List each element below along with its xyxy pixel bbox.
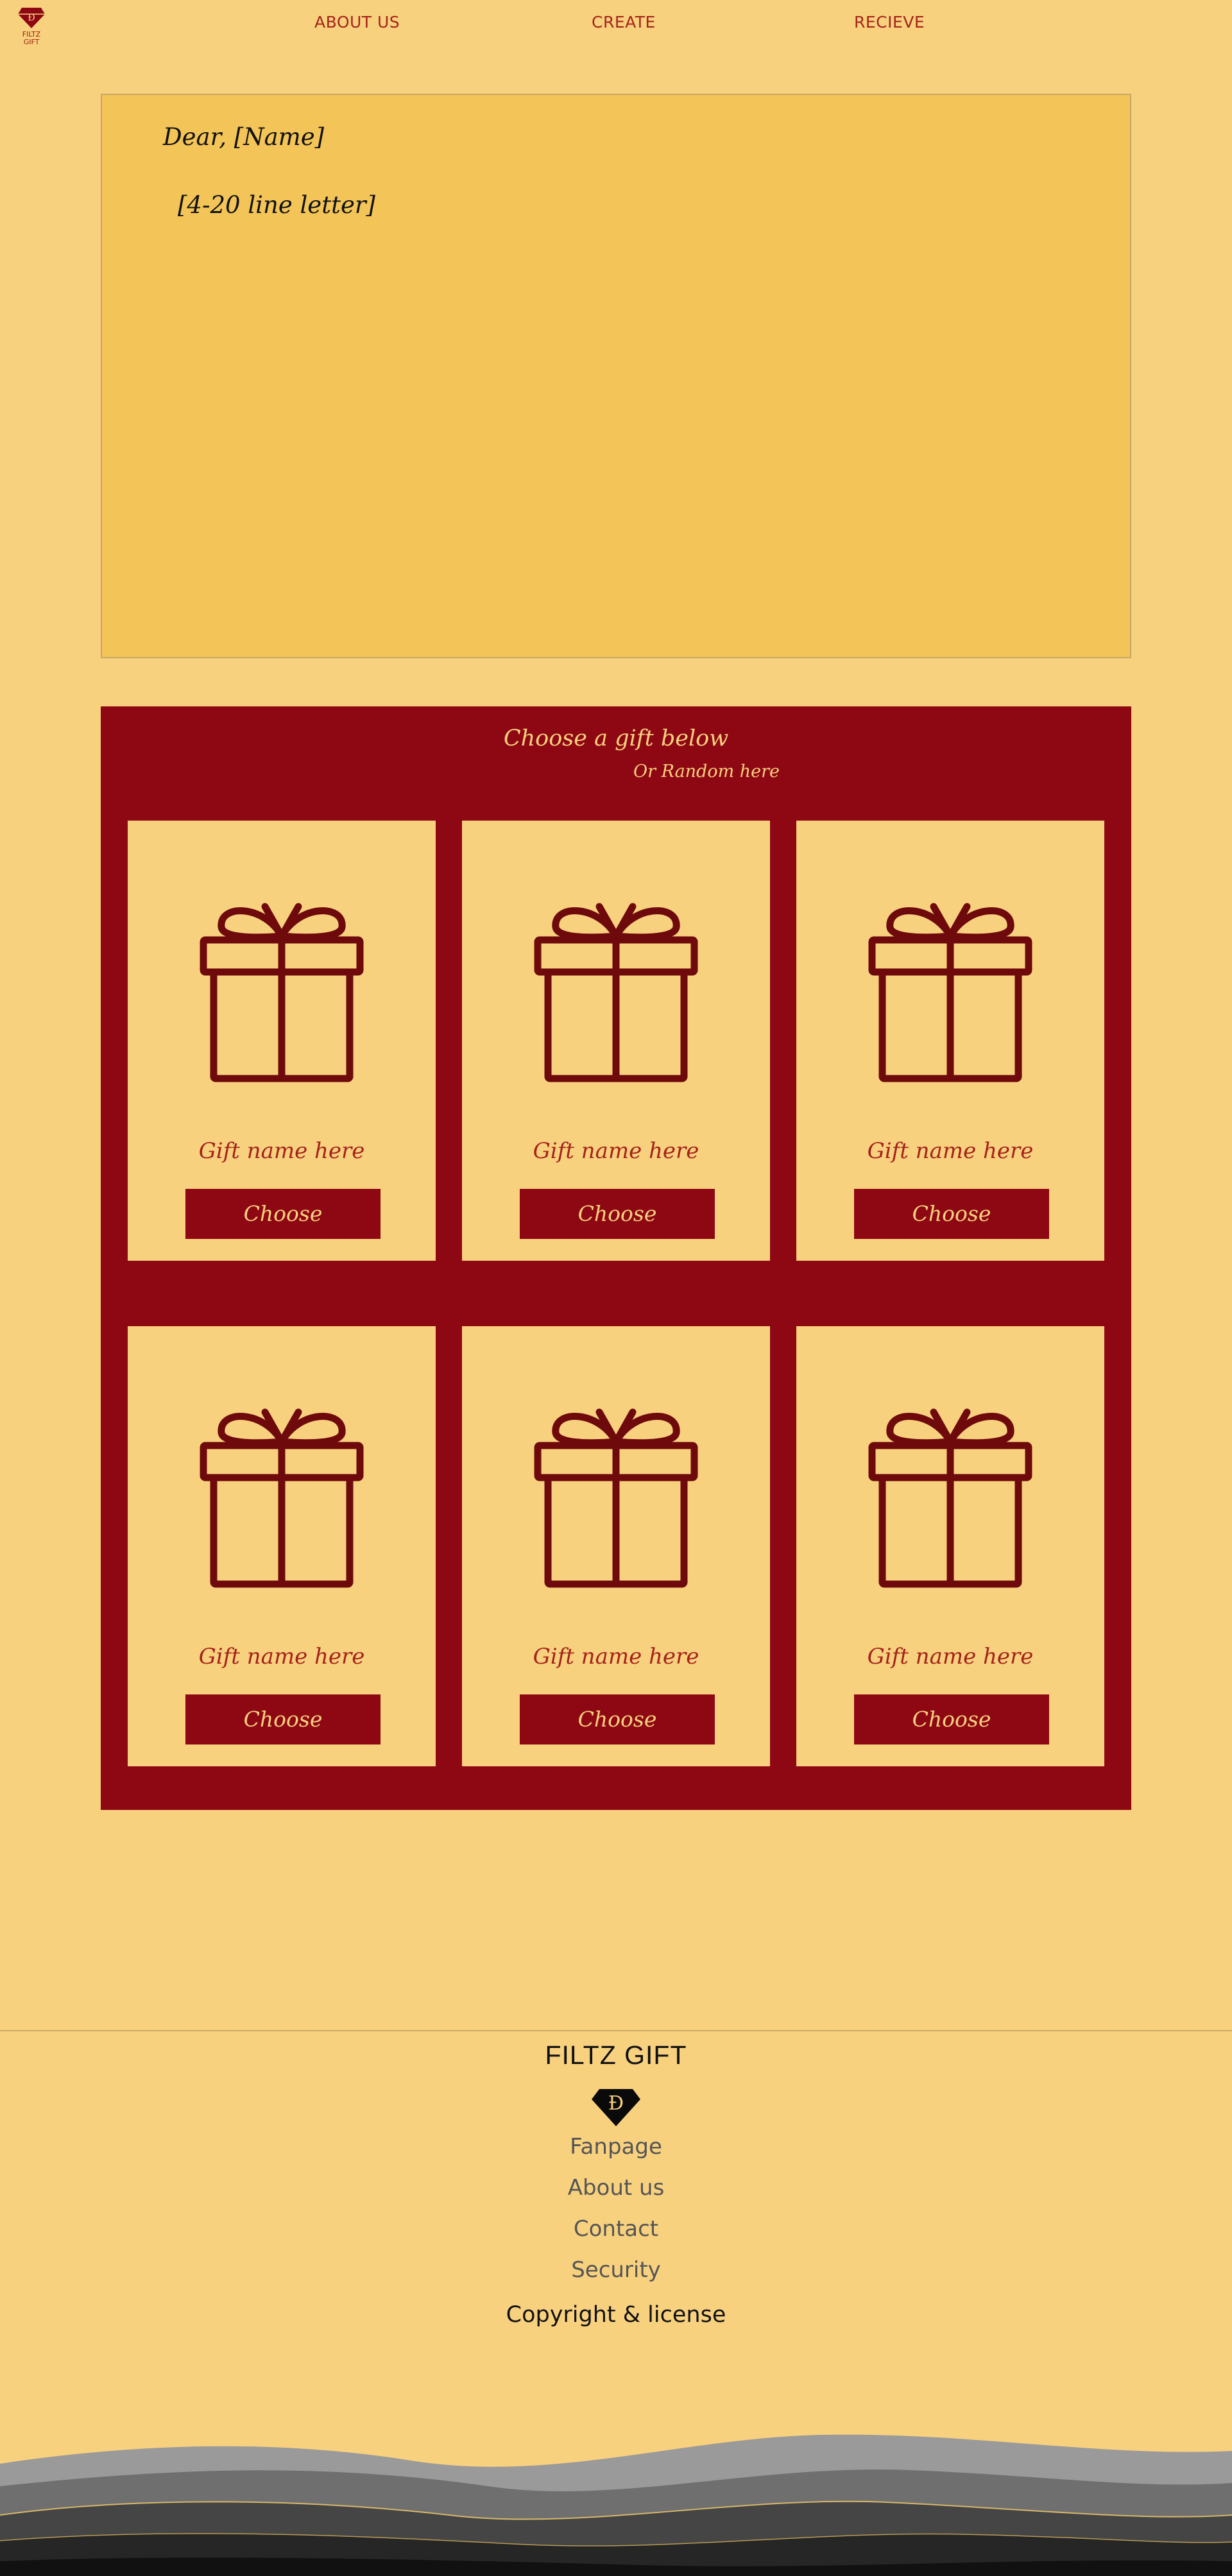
diamond-logo-icon: Ɖ — [592, 2089, 640, 2126]
gift-name: Gift name here — [867, 1138, 1034, 1164]
choose-gift-button[interactable]: Choose — [520, 1189, 715, 1239]
gift-name: Gift name here — [198, 1138, 365, 1164]
gift-box-icon — [534, 903, 698, 1082]
gift-box-icon — [200, 903, 364, 1082]
letter-body[interactable]: [4-20 line letter] — [178, 191, 375, 219]
choose-gift-button[interactable]: Choose — [520, 1694, 715, 1744]
footer-copyright[interactable]: Copyright & license — [0, 2302, 1232, 2328]
choose-gift-button[interactable]: Choose — [854, 1189, 1049, 1239]
footer-link-contact[interactable]: Contact — [0, 2216, 1232, 2242]
gift-card: Gift name here Choose — [462, 821, 770, 1261]
footer-link-about-us[interactable]: About us — [0, 2175, 1232, 2201]
footer-divider — [0, 2030, 1232, 2031]
logo-caption: FILTZ GIFT — [22, 30, 41, 46]
svg-text:Ɖ: Ɖ — [608, 2092, 624, 2115]
gift-box-icon — [534, 1408, 698, 1588]
random-gift-link[interactable]: Or Random here — [633, 762, 780, 781]
gift-name: Gift name here — [198, 1644, 365, 1669]
svg-text:Ɖ: Ɖ — [28, 13, 35, 23]
footer-link-fanpage[interactable]: Fanpage — [0, 2134, 1232, 2160]
gift-box-icon — [868, 903, 1032, 1082]
choose-gift-button[interactable]: Choose — [185, 1189, 381, 1239]
gift-box-icon — [868, 1408, 1032, 1588]
gift-selection-panel: Choose a gift below Or Random here Gift … — [101, 706, 1131, 1810]
footer-wave-decoration — [0, 2434, 1232, 2576]
gift-card: Gift name here Choose — [128, 1326, 436, 1766]
nav-create[interactable]: CREATE — [592, 13, 656, 31]
gift-card: Gift name here Choose — [796, 1326, 1104, 1766]
footer-title: FILTZ GIFT — [545, 2040, 687, 2070]
choose-gift-button[interactable]: Choose — [854, 1694, 1049, 1744]
gift-panel-title: Choose a gift below — [503, 726, 729, 751]
gift-card: Gift name here Choose — [462, 1326, 770, 1766]
gift-name: Gift name here — [867, 1644, 1034, 1669]
nav-recieve[interactable]: RECIEVE — [854, 13, 925, 31]
gift-box-icon — [200, 1408, 364, 1588]
diamond-logo-icon: Ɖ — [18, 8, 45, 28]
gift-card: Gift name here Choose — [796, 821, 1104, 1261]
gift-card: Gift name here Choose — [128, 821, 436, 1261]
top-navigation: Ɖ FILTZ GIFT ABOUT US CREATE RECIEVE — [0, 0, 1232, 46]
choose-gift-button[interactable]: Choose — [185, 1694, 381, 1744]
nav-about-us[interactable]: ABOUT US — [314, 13, 400, 31]
letter-greeting[interactable]: Dear, [Name] — [163, 123, 324, 151]
footer-link-security[interactable]: Security — [0, 2257, 1232, 2283]
gift-name: Gift name here — [533, 1138, 699, 1164]
letter-editor[interactable]: Dear, [Name] [4-20 line letter] — [101, 94, 1131, 658]
gift-name: Gift name here — [533, 1644, 699, 1669]
brand-logo[interactable]: Ɖ FILTZ GIFT — [17, 5, 46, 46]
